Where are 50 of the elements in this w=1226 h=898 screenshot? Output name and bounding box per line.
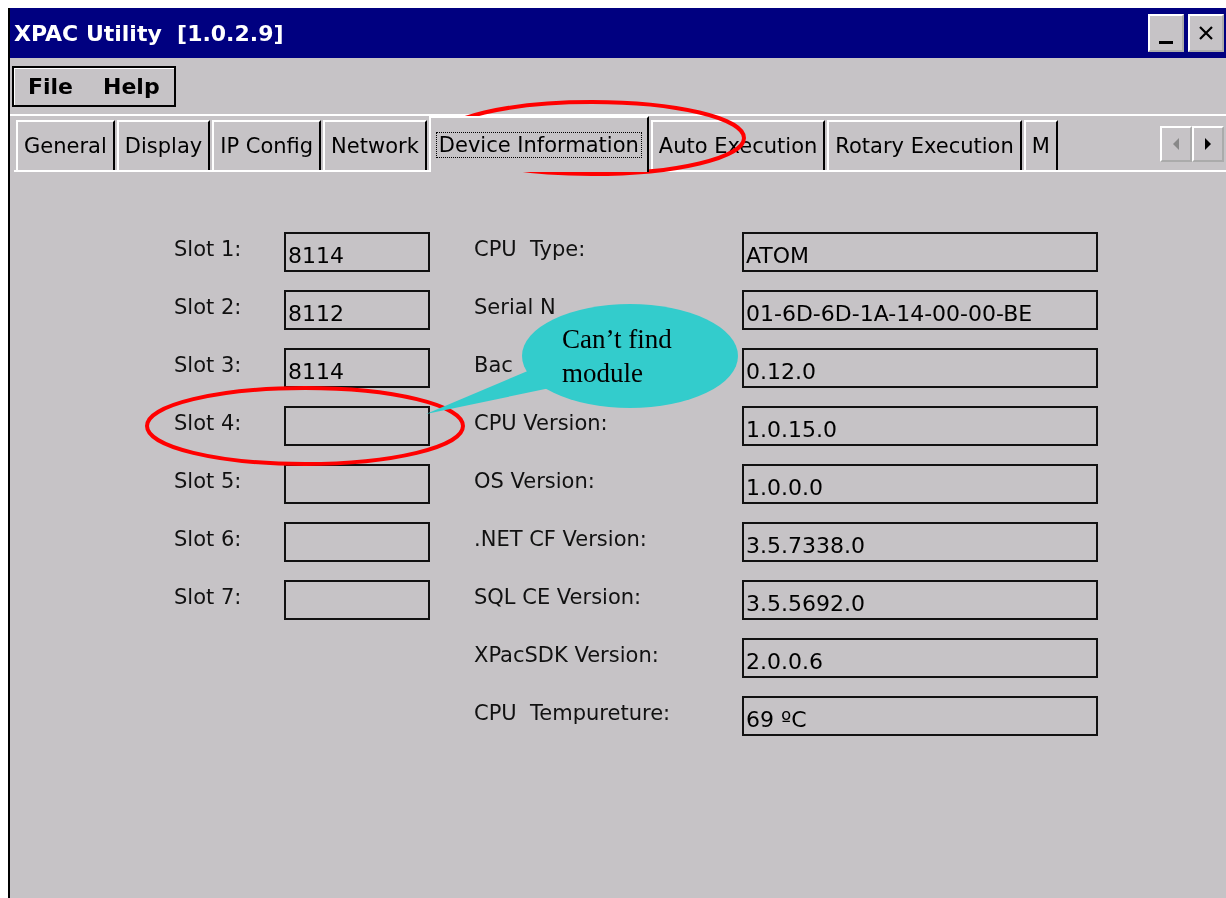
menu-item[interactable]: File <box>28 73 74 99</box>
info-field[interactable]: 01-6D-6D-1A-14-00-00-BE <box>742 290 1098 330</box>
slot-label: Slot 4: <box>174 410 242 437</box>
menu-item[interactable]: Help <box>103 73 160 99</box>
slot-label: Slot 3: <box>174 352 242 379</box>
tab[interactable]: Device Information <box>428 116 649 172</box>
info-field[interactable]: 1.0.0.0 <box>742 464 1098 504</box>
close-icon <box>1197 24 1215 42</box>
info-label: Serial N <box>474 294 556 321</box>
callout-text: Can’t find module <box>562 323 673 390</box>
tab[interactable]: Rotary Execution <box>827 120 1022 170</box>
tab[interactable]: General <box>16 120 115 170</box>
info-label: CPU Version: <box>474 410 608 437</box>
tab[interactable]: Network <box>323 120 427 170</box>
info-field[interactable]: 1.0.15.0 <box>742 406 1098 446</box>
slot-field[interactable] <box>284 522 430 562</box>
minimize-button[interactable] <box>1148 14 1184 52</box>
info-field[interactable]: ATOM <box>742 232 1098 272</box>
slot-label: Slot 5: <box>174 468 242 495</box>
slot-label: Slot 7: <box>174 584 242 611</box>
info-field[interactable]: 2.0.0.6 <box>742 638 1098 678</box>
info-label: XPacSDK Version: <box>474 642 659 669</box>
close-button[interactable] <box>1188 14 1224 52</box>
slot-label: Slot 6: <box>174 526 242 553</box>
minimize-icon <box>1159 40 1173 44</box>
info-field[interactable]: 0.12.0 <box>742 348 1098 388</box>
info-label: CPU Tempureture: <box>474 700 671 727</box>
info-field[interactable]: 3.5.7338.0 <box>742 522 1098 562</box>
slot-field[interactable]: 8114 <box>284 348 430 388</box>
slot-field[interactable] <box>284 406 430 446</box>
info-field[interactable]: 69 ºC <box>742 696 1098 736</box>
tab[interactable]: Display <box>116 120 211 170</box>
slot-label: Slot 2: <box>174 294 242 321</box>
info-label: OS Version: <box>474 468 595 495</box>
left-arrow-icon <box>1171 137 1181 151</box>
slot-field[interactable]: 8112 <box>284 290 430 330</box>
tab[interactable]: IP Config <box>212 120 322 170</box>
window-title: XPAC Utility [1.0.2.9] <box>14 20 284 46</box>
right-arrow-icon <box>1203 137 1213 151</box>
slot-field[interactable] <box>284 464 430 504</box>
slot-field[interactable]: 8114 <box>284 232 430 272</box>
tab[interactable]: M <box>1023 120 1058 170</box>
slot-field[interactable] <box>284 580 430 620</box>
scroll-right-button[interactable] <box>1192 126 1224 162</box>
info-label: .NET CF Version: <box>474 526 647 553</box>
info-label: Bac <box>474 352 513 379</box>
info-field[interactable]: 3.5.5692.0 <box>742 580 1098 620</box>
info-label: CPU Type: <box>474 236 586 263</box>
slot-label: Slot 1: <box>174 236 242 263</box>
info-label: SQL CE Version: <box>474 584 642 611</box>
